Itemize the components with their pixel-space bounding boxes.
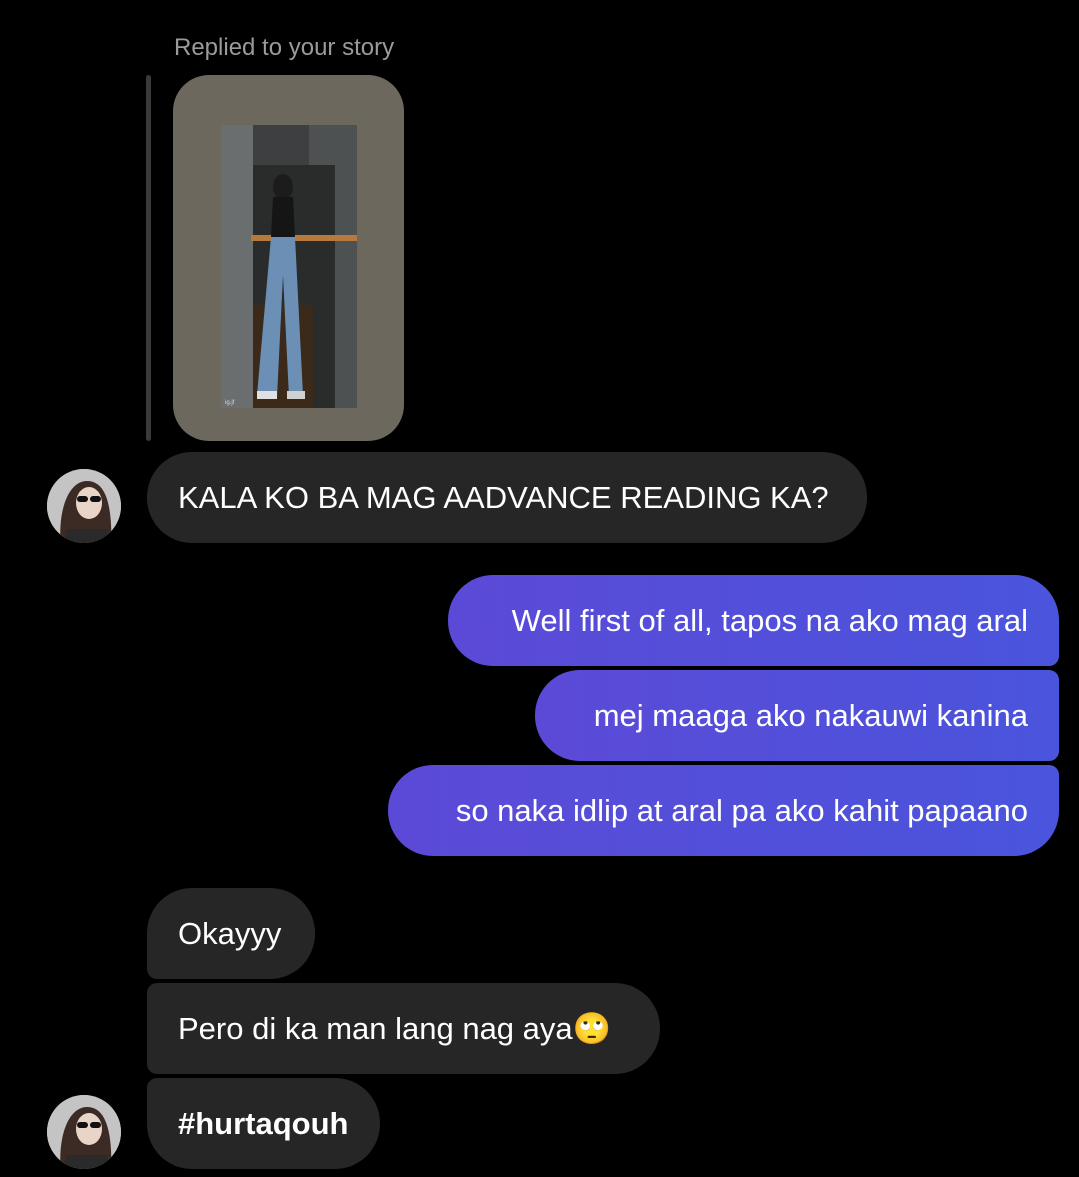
story-photo: ig.jf bbox=[221, 125, 357, 408]
message-bubble-incoming[interactable]: KALA KO BA MAG AADVANCE READING KA? bbox=[147, 452, 867, 543]
message-bubble-outgoing[interactable]: so naka idlip at aral pa ako kahit papaa… bbox=[388, 765, 1059, 856]
message-bubble-outgoing[interactable]: mej maaga ako nakauwi kanina bbox=[535, 670, 1059, 761]
message-bubble-outgoing[interactable]: Well first of all, tapos na ako mag aral bbox=[448, 575, 1059, 666]
avatar[interactable] bbox=[47, 469, 121, 543]
reply-indicator-bar bbox=[146, 75, 151, 441]
story-reply-label: Replied to your story bbox=[174, 34, 395, 61]
avatar[interactable] bbox=[47, 1095, 121, 1169]
story-thumbnail[interactable]: ig.jf bbox=[173, 75, 404, 441]
message-bubble-incoming[interactable]: Okayyy bbox=[147, 888, 315, 979]
story-photo-caption: ig.jf bbox=[225, 400, 235, 406]
message-bubble-incoming[interactable]: Pero di ka man lang nag aya🙄 bbox=[147, 983, 660, 1074]
message-bubble-incoming[interactable]: #hurtaqouh bbox=[147, 1078, 380, 1169]
